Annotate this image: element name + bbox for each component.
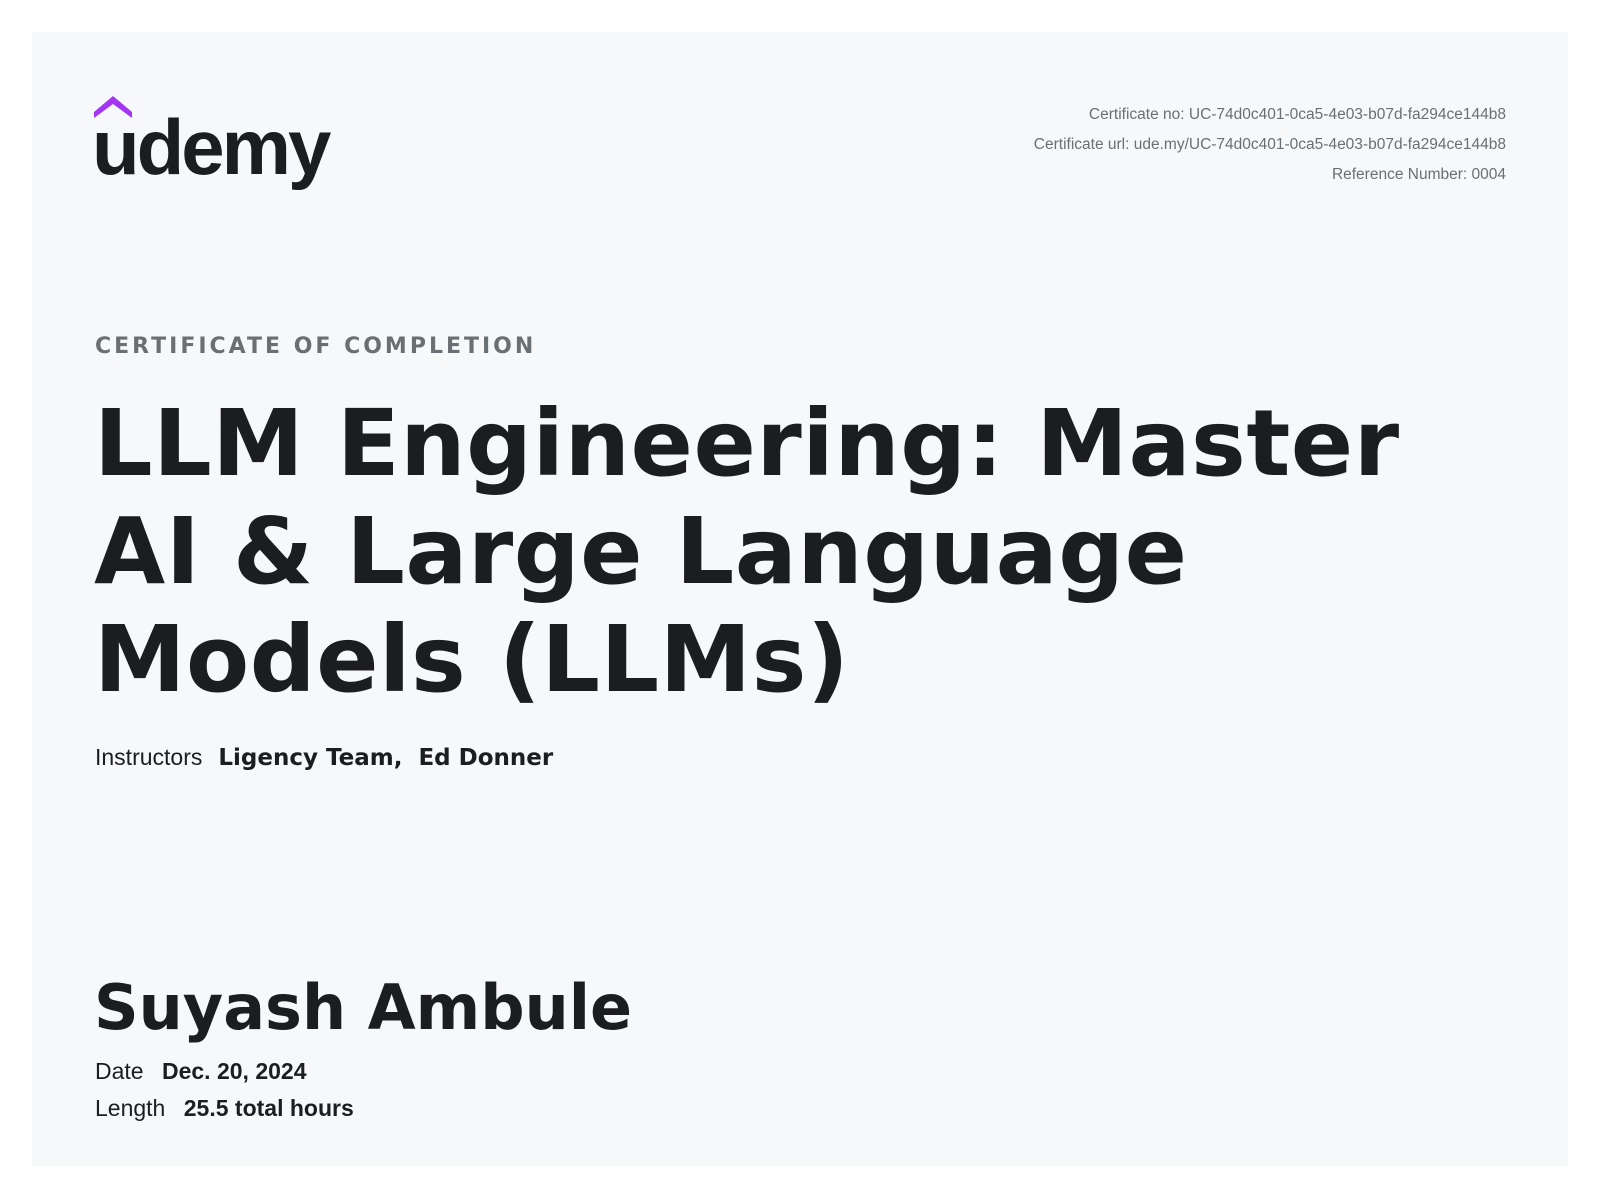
instructors-line: Instructors Ligency Team, Ed Donner (95, 744, 569, 771)
certificate-meta: Certificate no: UC-74d0c401-0ca5-4e03-b0… (1034, 100, 1506, 190)
date-label: Date (95, 1058, 144, 1084)
date-row: Date Dec. 20, 2024 (95, 1058, 307, 1085)
length-value: 25.5 total hours (183, 1095, 354, 1121)
svg-text:udemy: udemy (94, 103, 331, 191)
certificate-number: Certificate no: UC-74d0c401-0ca5-4e03-b0… (1088, 106, 1506, 123)
certificate-eyebrow: CERTIFICATE OF COMPLETION (95, 334, 537, 359)
instructors-label: Instructors (95, 744, 203, 770)
certificate-card: udemy Certificate no: UC-74d0c401-0ca5-4… (32, 32, 1568, 1166)
length-row: Length 25.5 total hours (95, 1095, 354, 1122)
student-name: Suyash Ambule (94, 971, 633, 1044)
udemy-logo: udemy (94, 92, 354, 202)
length-label: Length (95, 1095, 166, 1121)
certificate-url[interactable]: Certificate url: ude.my/UC-74d0c401-0ca5… (1034, 130, 1506, 160)
reference-number: Reference Number: 0004 (1331, 166, 1506, 183)
instructor-name: Ligency Team, (218, 745, 403, 771)
date-value: Dec. 20, 2024 (161, 1058, 307, 1084)
course-title: LLM Engineering: Master AI & Large Langu… (94, 390, 1400, 713)
instructor-name: Ed Donner (418, 745, 554, 771)
